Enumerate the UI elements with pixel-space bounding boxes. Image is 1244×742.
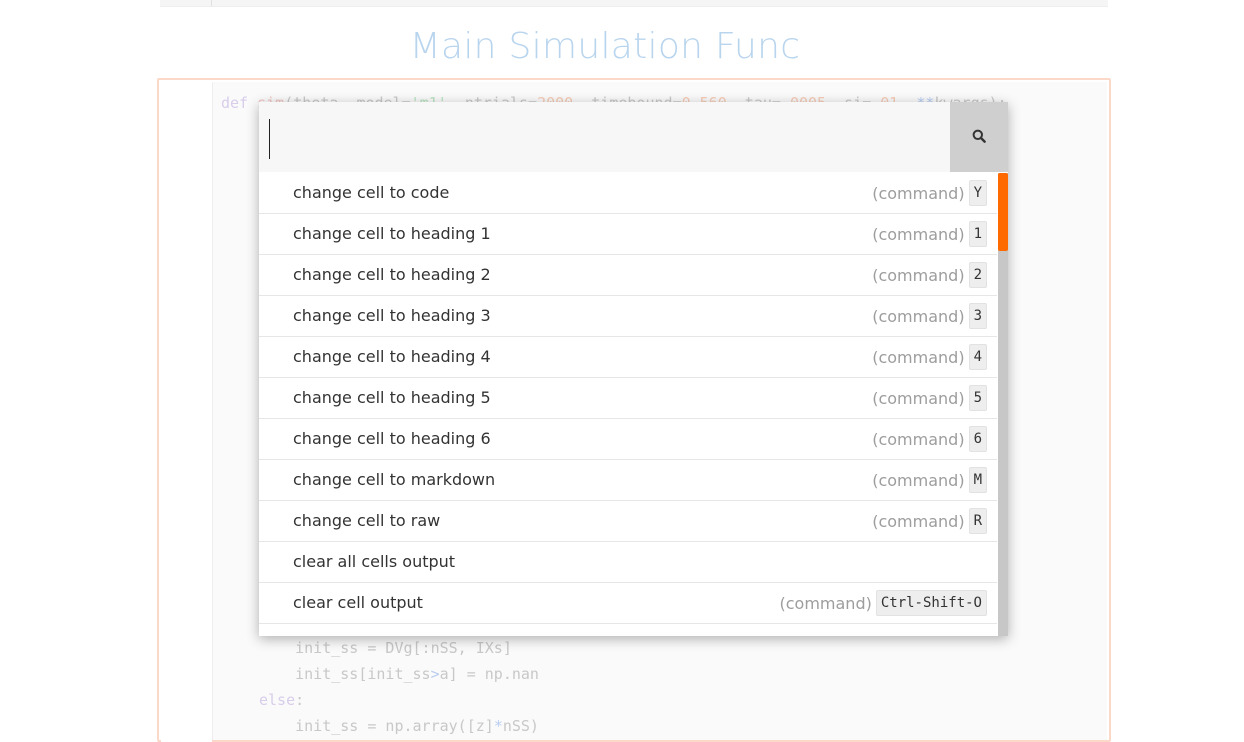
command-context: (command) bbox=[779, 593, 872, 613]
notebook-heading: Main Simulation Func bbox=[409, 26, 801, 67]
code-token: init_ss = np.array([z] bbox=[259, 717, 494, 735]
command-item[interactable]: change cell to markdown (command) M bbox=[259, 460, 997, 501]
search-icon bbox=[972, 128, 986, 147]
code-line: init_ss[init_ss>a] = np.nan bbox=[259, 665, 539, 683]
shortcut-key: 2 bbox=[968, 262, 987, 288]
command-search-input[interactable] bbox=[259, 102, 949, 172]
previous-cell bbox=[160, 0, 1108, 7]
code-token: : bbox=[295, 691, 305, 709]
code-token: init_ss[init_ss bbox=[259, 665, 431, 683]
previous-cell-gutter bbox=[211, 0, 212, 6]
code-line: else: bbox=[259, 691, 304, 709]
command-item[interactable]: change cell to heading 4 (command) 4 bbox=[259, 337, 997, 378]
command-item[interactable]: change cell to raw (command) R bbox=[259, 501, 997, 542]
shortcut-key: 5 bbox=[968, 385, 987, 411]
shortcut-key: Y bbox=[968, 180, 987, 206]
code-token: else bbox=[259, 691, 296, 709]
command-item[interactable]: change cell to heading 5 (command) 5 bbox=[259, 378, 997, 419]
palette-search-row bbox=[259, 102, 1008, 172]
code-token: def bbox=[221, 94, 258, 112]
shortcut-key: M bbox=[968, 467, 987, 493]
command-item[interactable]: change cell to heading 2 (command) 2 bbox=[259, 255, 997, 296]
command-list-scrollbar[interactable] bbox=[998, 173, 1008, 636]
shortcut-key: 6 bbox=[968, 426, 987, 452]
command-item[interactable]: change cell to heading 6 (command) 6 bbox=[259, 419, 997, 460]
command-label: clear all cells output bbox=[293, 552, 456, 571]
cell-prompt bbox=[161, 82, 212, 742]
shortcut-key: 3 bbox=[968, 303, 987, 329]
command-context: (command) bbox=[872, 511, 965, 531]
command-label: change cell to heading 4 bbox=[293, 347, 491, 366]
code-token: a] = np.nan bbox=[439, 665, 539, 683]
search-button[interactable] bbox=[950, 102, 1008, 172]
command-context: (command) bbox=[872, 347, 965, 367]
command-item[interactable]: change cell to code (command) Y bbox=[259, 173, 997, 214]
code-line: init_ss = DVg[:nSS, IXs] bbox=[259, 639, 512, 657]
command-context: (command) bbox=[872, 388, 965, 408]
command-palette: change cell to code (command) Y change ce… bbox=[259, 102, 1008, 636]
command-item[interactable]: change cell to heading 3 (command) 3 bbox=[259, 296, 997, 337]
shortcut-key: 1 bbox=[968, 221, 987, 247]
shortcut-key: R bbox=[968, 508, 987, 534]
code-token: init_ss = DVg[:nSS, IXs] bbox=[259, 639, 512, 657]
command-item[interactable]: change cell to heading 1 (command) 1 bbox=[259, 214, 997, 255]
scrollbar-thumb[interactable] bbox=[998, 173, 1008, 251]
command-label: change cell to markdown bbox=[293, 470, 496, 489]
code-token: > bbox=[430, 665, 440, 683]
command-list: change cell to code (command) Y change ce… bbox=[259, 173, 997, 636]
command-label: change cell to code bbox=[293, 183, 450, 202]
command-context: (command) bbox=[872, 429, 965, 449]
command-context: (command) bbox=[872, 265, 965, 285]
command-label: change cell to heading 2 bbox=[293, 265, 491, 284]
command-label: change cell to raw bbox=[293, 511, 441, 530]
command-context: (command) bbox=[872, 183, 965, 203]
command-context: (command) bbox=[872, 306, 965, 326]
command-label: change cell to heading 3 bbox=[293, 306, 491, 325]
command-context: (command) bbox=[872, 470, 965, 490]
command-context: (command) bbox=[872, 224, 965, 244]
text-caret bbox=[269, 119, 270, 159]
code-token: nSS) bbox=[502, 717, 539, 735]
command-label: change cell to heading 6 bbox=[293, 429, 491, 448]
shortcut-key: Ctrl-Shift-O bbox=[875, 590, 987, 616]
command-label: clear cell output bbox=[293, 593, 423, 612]
code-token: * bbox=[493, 717, 503, 735]
command-label: change cell to heading 1 bbox=[293, 224, 491, 243]
shortcut-key: 4 bbox=[968, 344, 987, 370]
command-item[interactable]: clear cell output (command) Ctrl-Shift-O bbox=[259, 583, 997, 624]
command-label: change cell to heading 5 bbox=[293, 388, 491, 407]
command-item[interactable]: clear all cells output bbox=[259, 542, 997, 583]
code-line: init_ss = np.array([z]*nSS) bbox=[259, 717, 539, 735]
